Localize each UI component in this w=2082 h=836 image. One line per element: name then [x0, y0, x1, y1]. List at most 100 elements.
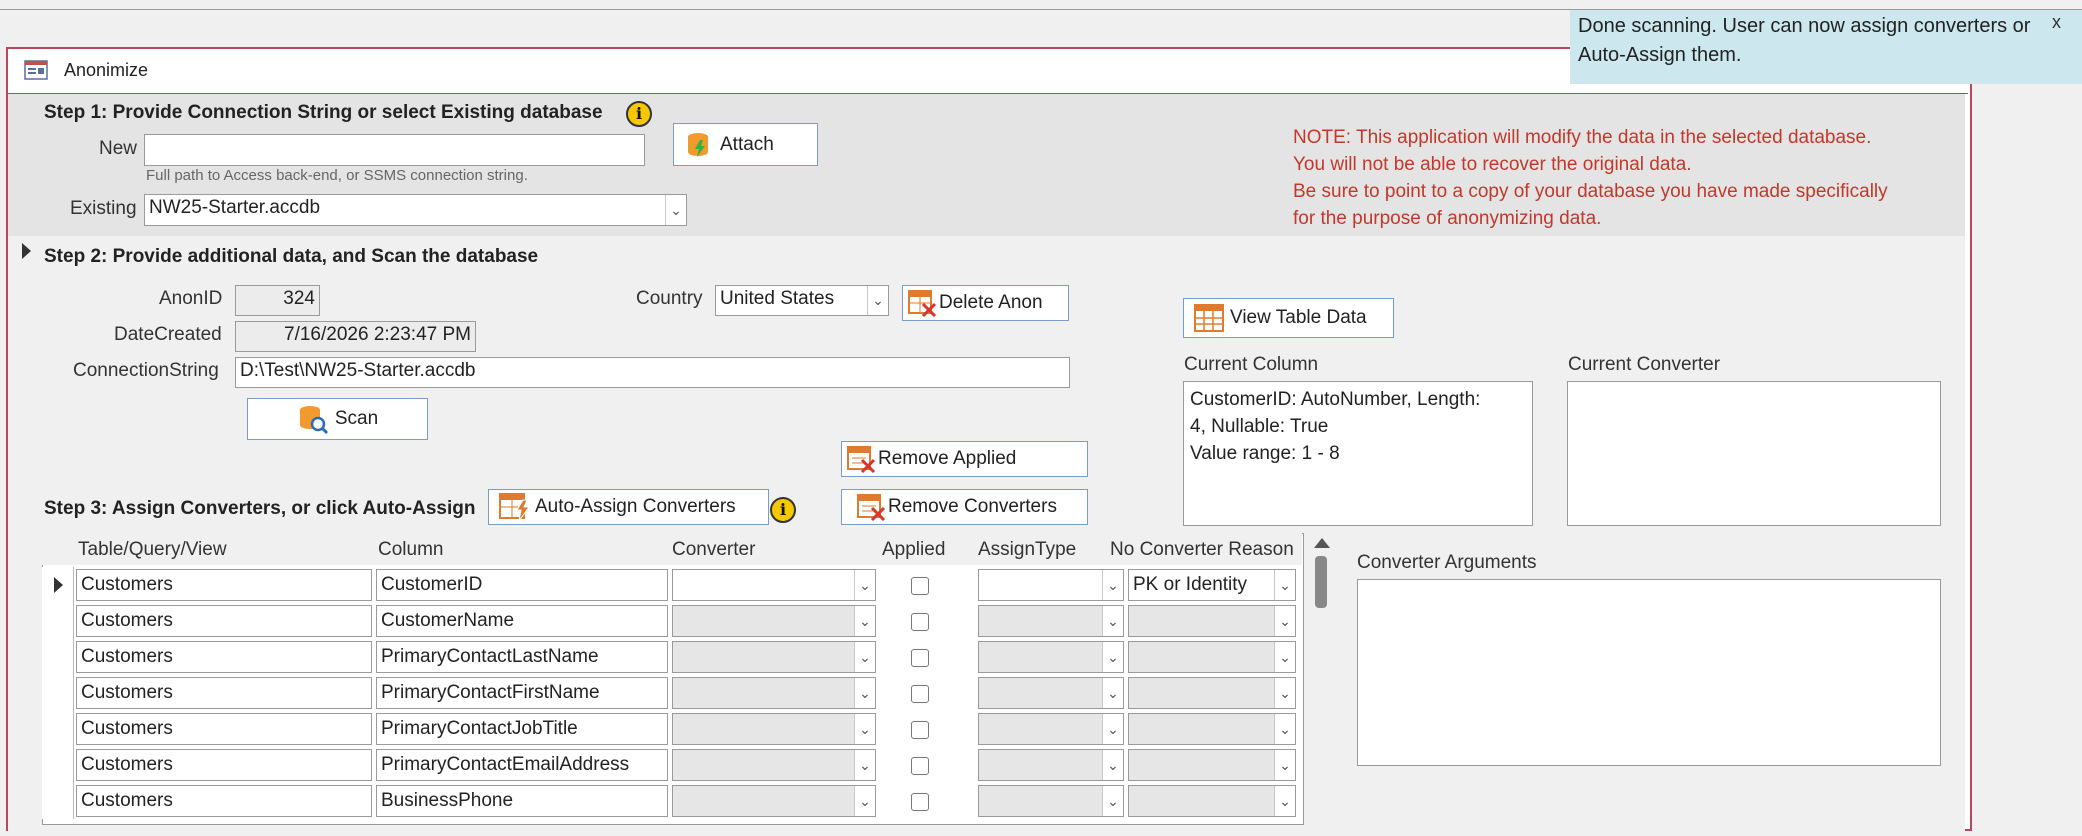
cell-table[interactable]: Customers [76, 605, 372, 637]
new-connection-input[interactable] [144, 134, 645, 166]
scan-button[interactable]: Scan [247, 398, 428, 440]
cell-converter-select[interactable]: ⌄ [672, 713, 876, 745]
remove-converters-button[interactable]: Remove Converters [841, 489, 1088, 525]
cell-reason-select[interactable]: ⌄ [1128, 641, 1296, 673]
row-selector[interactable] [42, 603, 74, 639]
cell-assigntype-select[interactable]: ⌄ [978, 569, 1124, 601]
view-table-data-button[interactable]: View Table Data [1183, 298, 1394, 338]
cell-table[interactable]: Customers [76, 713, 372, 745]
cell-assigntype-select[interactable]: ⌄ [978, 605, 1124, 637]
info-icon[interactable]: i [770, 497, 796, 523]
cell-table[interactable]: Customers [76, 677, 372, 709]
cell-reason-select[interactable]: ⌄ [1128, 605, 1296, 637]
cell-reason-select[interactable]: ⌄ [1128, 785, 1296, 817]
chevron-down-icon[interactable]: ⌄ [1274, 642, 1295, 672]
row-selector[interactable] [42, 711, 74, 747]
chevron-down-icon[interactable]: ⌄ [867, 286, 888, 315]
cell-assigntype-select[interactable]: ⌄ [978, 785, 1124, 817]
cell-assigntype-select[interactable]: ⌄ [978, 713, 1124, 745]
cell-table[interactable]: Customers [76, 749, 372, 781]
table-row[interactable]: Customers PrimaryContactEmailAddress ⌄ ⌄ ⌄ [42, 747, 1304, 783]
cell-assigntype-select[interactable]: ⌄ [978, 641, 1124, 673]
chevron-down-icon[interactable]: ⌄ [854, 714, 875, 744]
chevron-down-icon[interactable]: ⌄ [1102, 570, 1123, 600]
cell-converter-select[interactable]: ⌄ [672, 569, 876, 601]
cell-column[interactable]: PrimaryContactFirstName [376, 677, 668, 709]
cell-column[interactable]: CustomerName [376, 605, 668, 637]
note-line: You will not be able to recover the orig… [1293, 154, 1692, 175]
chevron-down-icon[interactable]: ⌄ [1274, 570, 1295, 600]
chevron-down-icon[interactable]: ⌄ [665, 195, 686, 225]
table-row[interactable]: Customers PrimaryContactFirstName ⌄ ⌄ ⌄ [42, 675, 1304, 711]
chevron-down-icon[interactable]: ⌄ [854, 642, 875, 672]
table-row[interactable]: Customers CustomerID ⌄ ⌄ PK or Identity ⌄ [42, 567, 1304, 603]
chevron-down-icon[interactable]: ⌄ [1274, 678, 1295, 708]
auto-assign-converters-button[interactable]: Auto-Assign Converters [488, 489, 769, 525]
cell-table[interactable]: Customers [76, 785, 372, 817]
row-selector[interactable] [42, 567, 74, 603]
toast-close-button[interactable]: x [2052, 12, 2061, 33]
applied-checkbox[interactable] [911, 721, 929, 739]
applied-checkbox[interactable] [911, 613, 929, 631]
chevron-down-icon[interactable]: ⌄ [1102, 750, 1123, 780]
attach-button[interactable]: Attach [673, 123, 818, 166]
remove-applied-button[interactable]: Remove Applied [841, 441, 1088, 477]
cell-column[interactable]: CustomerID [376, 569, 668, 601]
row-selector[interactable] [42, 783, 74, 819]
delete-anon-button[interactable]: Delete Anon [902, 285, 1069, 321]
chevron-down-icon[interactable]: ⌄ [1274, 750, 1295, 780]
cell-table[interactable]: Customers [76, 569, 372, 601]
chevron-down-icon[interactable]: ⌄ [1274, 606, 1295, 636]
chevron-down-icon[interactable]: ⌄ [854, 606, 875, 636]
chevron-down-icon[interactable]: ⌄ [1102, 606, 1123, 636]
table-row[interactable]: Customers BusinessPhone ⌄ ⌄ ⌄ [42, 783, 1304, 819]
chevron-down-icon[interactable]: ⌄ [1102, 642, 1123, 672]
cell-reason-select[interactable]: ⌄ [1128, 749, 1296, 781]
existing-database-select[interactable]: NW25-Starter.accdb ⌄ [144, 194, 687, 226]
row-selector[interactable] [42, 639, 74, 675]
cell-column[interactable]: BusinessPhone [376, 785, 668, 817]
chevron-down-icon[interactable]: ⌄ [854, 570, 875, 600]
cell-table[interactable]: Customers [76, 641, 372, 673]
row-selector[interactable] [42, 747, 74, 783]
chevron-down-icon[interactable]: ⌄ [1102, 678, 1123, 708]
cell-converter-select[interactable]: ⌄ [672, 605, 876, 637]
table-row[interactable]: Customers PrimaryContactJobTitle ⌄ ⌄ ⌄ [42, 711, 1304, 747]
remove-table-icon [857, 494, 886, 521]
chevron-down-icon[interactable]: ⌄ [1102, 714, 1123, 744]
table-row[interactable]: Customers CustomerName ⌄ ⌄ ⌄ [42, 603, 1304, 639]
applied-checkbox[interactable] [911, 685, 929, 703]
chevron-down-icon[interactable]: ⌄ [854, 750, 875, 780]
cell-column[interactable]: PrimaryContactLastName [376, 641, 668, 673]
cell-column[interactable]: PrimaryContactJobTitle [376, 713, 668, 745]
cell-assigntype-select[interactable]: ⌄ [978, 749, 1124, 781]
cell-column[interactable]: PrimaryContactEmailAddress [376, 749, 668, 781]
table-row[interactable]: Customers PrimaryContactLastName ⌄ ⌄ ⌄ [42, 639, 1304, 675]
cell-converter-select[interactable]: ⌄ [672, 749, 876, 781]
info-icon[interactable]: i [626, 101, 652, 127]
chevron-down-icon[interactable]: ⌄ [854, 678, 875, 708]
connectionstring-field[interactable]: D:\Test\NW25-Starter.accdb [235, 357, 1070, 388]
applied-checkbox[interactable] [911, 577, 929, 595]
cell-converter-select[interactable]: ⌄ [672, 677, 876, 709]
applied-checkbox[interactable] [911, 757, 929, 775]
applied-checkbox[interactable] [911, 649, 929, 667]
applied-checkbox[interactable] [911, 793, 929, 811]
cell-converter-select[interactable]: ⌄ [672, 641, 876, 673]
database-lightning-icon [688, 132, 708, 157]
chevron-down-icon[interactable]: ⌄ [1274, 714, 1295, 744]
chevron-down-icon[interactable]: ⌄ [1102, 786, 1123, 816]
row-selector[interactable] [42, 675, 74, 711]
cell-converter-select[interactable]: ⌄ [672, 785, 876, 817]
scrollbar-thumb[interactable] [1315, 556, 1327, 608]
chevron-down-icon[interactable]: ⌄ [854, 786, 875, 816]
cell-reason-select[interactable]: ⌄ [1128, 713, 1296, 745]
country-select[interactable]: United States ⌄ [715, 285, 889, 316]
converter-arguments-box[interactable] [1357, 579, 1941, 766]
cell-assigntype-select[interactable]: ⌄ [978, 677, 1124, 709]
remove-applied-label: Remove Applied [878, 448, 1017, 469]
chevron-down-icon[interactable]: ⌄ [1274, 786, 1295, 816]
cell-reason-select[interactable]: ⌄ [1128, 677, 1296, 709]
scroll-up-arrow-icon[interactable] [1314, 538, 1330, 548]
cell-reason-select[interactable]: PK or Identity ⌄ [1128, 569, 1296, 601]
